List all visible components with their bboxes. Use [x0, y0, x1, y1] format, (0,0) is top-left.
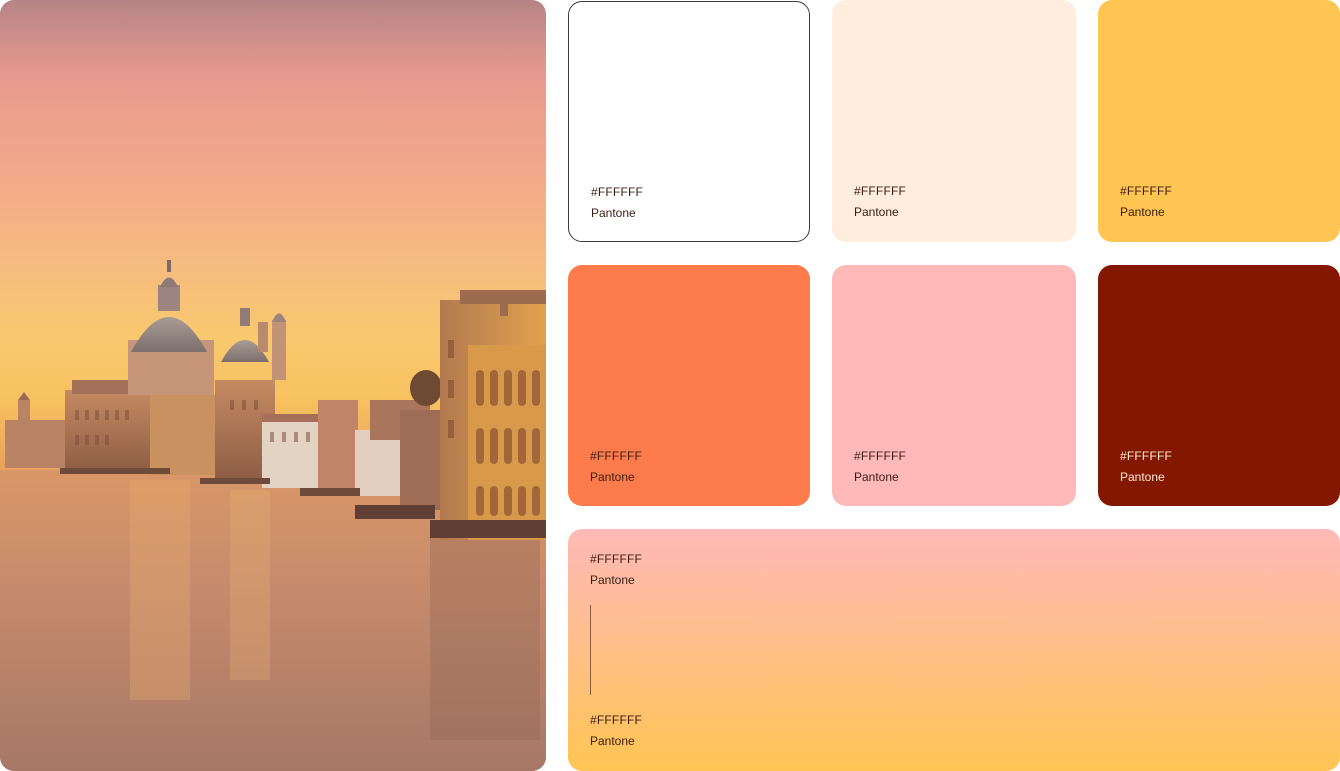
swatch-hex-label: #FFFFFF — [1120, 449, 1173, 463]
gradient-swatch[interactable]: #FFFFFF Pantone #FFFFFF Pantone — [568, 529, 1340, 771]
swatch-yellow[interactable]: #FFFFFF Pantone — [1098, 0, 1340, 242]
swatch-name-label: Pantone — [590, 470, 635, 484]
palette-board: #FFFFFF Pantone #FFFFFF Pantone #FFFFFF … — [0, 0, 1340, 771]
gradient-start-name-label: Pantone — [590, 573, 635, 587]
venice-photo-illustration — [0, 260, 546, 771]
gradient-start-hex-label: #FFFFFF — [590, 552, 643, 566]
swatch-name-label: Pantone — [854, 205, 899, 219]
swatch-pink[interactable]: #FFFFFF Pantone — [832, 265, 1076, 506]
swatch-hex-label: #FFFFFF — [1120, 184, 1173, 198]
swatch-maroon[interactable]: #FFFFFF Pantone — [1098, 265, 1340, 506]
gradient-end-hex-label: #FFFFFF — [590, 713, 643, 727]
swatch-name-label: Pantone — [1120, 205, 1165, 219]
gradient-divider-line — [590, 605, 591, 695]
swatch-hex-label: #FFFFFF — [854, 449, 907, 463]
swatch-cream[interactable]: #FFFFFF Pantone — [832, 0, 1076, 242]
swatch-name-label: Pantone — [1120, 470, 1165, 484]
gradient-end-name-label: Pantone — [590, 734, 635, 748]
swatch-name-label: Pantone — [591, 206, 636, 220]
swatch-hex-label: #FFFFFF — [590, 449, 643, 463]
venice-photo — [0, 0, 546, 771]
swatch-hex-label: #FFFFFF — [591, 185, 644, 199]
swatch-white[interactable]: #FFFFFF Pantone — [568, 1, 810, 242]
swatch-name-label: Pantone — [854, 470, 899, 484]
swatch-hex-label: #FFFFFF — [854, 184, 907, 198]
swatch-orange[interactable]: #FFFFFF Pantone — [568, 265, 810, 506]
